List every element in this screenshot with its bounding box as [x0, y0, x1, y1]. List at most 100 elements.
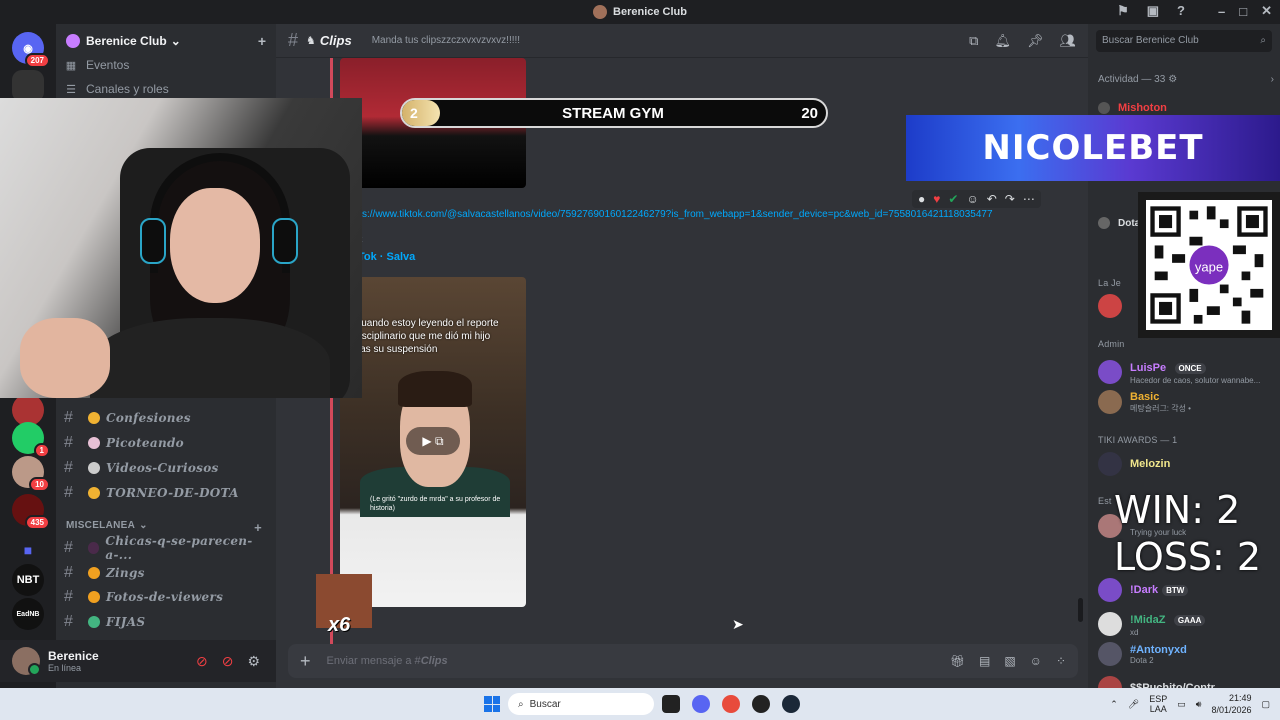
steam-icon[interactable]: [782, 695, 800, 713]
activity-header[interactable]: Actividad — 33 ⚙ ›: [1098, 74, 1274, 85]
sidebar-item-channels-roles[interactable]: ☰ Canales y roles: [64, 82, 169, 96]
inbox-icon[interactable]: ⚑: [1117, 3, 1129, 19]
discord-icon[interactable]: [692, 695, 710, 713]
reaction-icon[interactable]: ●: [918, 192, 925, 206]
channel-chicas[interactable]: # Chicas-q-se-parecen-a-...: [64, 534, 276, 562]
member-item[interactable]: Melozin: [1098, 452, 1278, 476]
channel-name: Chicas-q-se-parecen-a-...: [105, 534, 253, 562]
member-item[interactable]: Basic 메탕슬러그: 각성 •: [1098, 390, 1278, 414]
channel-name: TORNEO-DE-DOTA: [106, 486, 239, 500]
gear-icon: ⚙: [1168, 74, 1178, 85]
message-composer[interactable]: + Enviar mensaje a #Clips 🎁︎ ▤ ▧ ☺ ⁘: [288, 644, 1078, 678]
gift-icon[interactable]: 🎁︎: [950, 654, 965, 668]
member-name: LuisPe: [1130, 362, 1167, 374]
emoji-icon: [88, 591, 100, 603]
apps-icon[interactable]: ⁘: [1056, 654, 1066, 668]
unicorn-icon: ♞: [306, 35, 316, 47]
member-details: !MidaZ GAAA xd: [1130, 610, 1206, 637]
avatar: [1098, 611, 1122, 636]
folder-icon[interactable]: ■: [12, 534, 44, 566]
member-item[interactable]: Mishoton: [1098, 102, 1278, 114]
deafen-icon[interactable]: ⊘: [222, 653, 234, 670]
search-input[interactable]: Buscar Berenice Club ⌕: [1096, 30, 1272, 52]
emote-overlay: x6: [316, 574, 372, 636]
add-channel-icon[interactable]: +: [254, 520, 262, 535]
help-icon[interactable]: ?: [1177, 3, 1185, 19]
server-icon[interactable]: 1: [12, 422, 50, 458]
channel-fijas[interactable]: # FIJAS: [64, 611, 145, 633]
pin-icon[interactable]: 📌︎: [1027, 33, 1044, 49]
more-icon[interactable]: ⋯: [1023, 192, 1035, 206]
title-bar: Berenice Club ⚑ ▣ ? – □ ✕: [0, 0, 1280, 24]
server-icon[interactable]: 10: [12, 456, 50, 492]
category-miscelanea[interactable]: MISCELANEA ⌄ +: [66, 520, 262, 535]
video-embed[interactable]: Cuando estoy leyendo el reporte discipli…: [340, 277, 526, 607]
section-header: Admin: [1098, 339, 1125, 349]
member-item[interactable]: !Dark BTW: [1098, 578, 1278, 602]
heart-icon[interactable]: ♥: [933, 192, 940, 206]
message-link[interactable]: s://www.tiktok.com/@salvacastellanos/vid…: [362, 209, 993, 220]
reply-icon[interactable]: ↶: [987, 192, 997, 206]
add-reaction-icon[interactable]: ☺: [966, 192, 978, 206]
home-button[interactable]: ◉ 207: [12, 32, 50, 68]
sticker-icon[interactable]: ▧: [1004, 654, 1015, 668]
check-icon[interactable]: ✔: [948, 192, 958, 206]
obs-icon[interactable]: [752, 695, 770, 713]
add-member-icon[interactable]: +: [258, 33, 266, 49]
volume-icon[interactable]: 🔊︎: [1196, 699, 1202, 710]
embed-author[interactable]: Tok · Salva: [358, 251, 415, 263]
section-header: TIKI AWARDS — 1: [1098, 435, 1178, 445]
channel-zings[interactable]: # Zings: [64, 562, 145, 584]
task-view-icon[interactable]: [662, 695, 680, 713]
channel-torneo-de-dota[interactable]: # TORNEO-DE-DOTA: [64, 482, 239, 504]
server-eadnb[interactable]: EadNB: [12, 598, 44, 630]
server-name: Berenice Club: [86, 34, 167, 48]
channel-fotos-de-viewers[interactable]: # Fotos-de-viewers: [64, 586, 223, 608]
mic-muted-icon[interactable]: ⊘: [196, 653, 208, 670]
notification-icon[interactable]: ▢: [1261, 699, 1270, 710]
maximize-button[interactable]: □: [1239, 4, 1247, 19]
mic-icon[interactable]: 🎤︎: [1128, 699, 1139, 710]
channel-videos-curiosos[interactable]: # Videos-Curiosos: [64, 457, 219, 479]
attach-icon[interactable]: +: [300, 651, 311, 672]
avatar[interactable]: [12, 647, 41, 676]
channel-picoteando[interactable]: # Picoteando: [64, 432, 184, 454]
windows-start-icon[interactable]: [484, 696, 500, 712]
minimize-button[interactable]: –: [1218, 4, 1225, 19]
emoji-icon[interactable]: ☺: [1030, 654, 1042, 668]
language-indicator[interactable]: ESP LAA: [1149, 694, 1167, 714]
server-header[interactable]: Berenice Club ⌄ +: [56, 24, 276, 58]
clock[interactable]: 21:49 8/01/2026: [1211, 692, 1251, 716]
screen-icon[interactable]: ▣: [1147, 3, 1159, 19]
channel-confesiones[interactable]: # Confesiones: [64, 407, 191, 429]
hash-icon: #: [64, 459, 74, 476]
sidebar-item-events[interactable]: ▦ Eventos: [64, 58, 130, 72]
scrollbar[interactable]: [1078, 598, 1083, 622]
member-item[interactable]: #Antonyxd Dota 2: [1098, 642, 1278, 666]
server-icon[interactable]: 435: [12, 494, 50, 530]
gif-icon[interactable]: ▤: [979, 654, 990, 668]
chevron-up-icon[interactable]: ⌃: [1110, 699, 1118, 710]
threads-icon[interactable]: ⧉: [969, 33, 978, 49]
notification-badge: 10: [29, 477, 50, 492]
bell-icon[interactable]: 🔔︎: [994, 33, 1011, 49]
member-item[interactable]: !MidaZ GAAA xd: [1098, 610, 1278, 637]
member-details: Basic 메탕슬러그: 각성 •: [1130, 391, 1191, 414]
chrome-icon[interactable]: [722, 695, 740, 713]
avatar: [1098, 102, 1110, 114]
user-status: En línea: [48, 663, 82, 673]
gear-icon[interactable]: ⚙: [247, 653, 260, 670]
server-nbt[interactable]: NBT: [12, 564, 44, 596]
emoji-icon: [88, 437, 100, 449]
network-icon[interactable]: ▭: [1177, 699, 1186, 710]
user-info[interactable]: Berenice En línea: [48, 649, 99, 673]
stream-gym-count: 20: [801, 104, 818, 122]
taskbar-search[interactable]: ⌕ Buscar: [508, 693, 654, 715]
member-name: !MidaZ: [1130, 614, 1166, 626]
hash-icon: #: [64, 539, 74, 556]
close-button[interactable]: ✕: [1261, 3, 1272, 19]
play-button[interactable]: ▶ ⧉: [406, 427, 460, 455]
forward-icon[interactable]: ↷: [1005, 192, 1015, 206]
member-item[interactable]: LuisPe ONCE Hacedor de caos, solutor wan…: [1098, 358, 1278, 385]
members-icon[interactable]: 👥︎: [1059, 33, 1076, 49]
